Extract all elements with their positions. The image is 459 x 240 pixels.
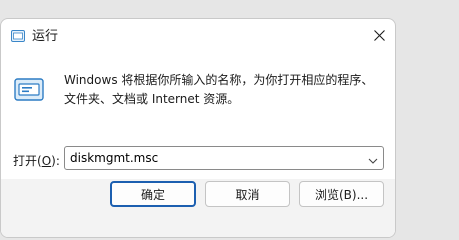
ok-button[interactable]: 确定 bbox=[110, 181, 196, 207]
run-app-icon bbox=[11, 27, 25, 42]
chevron-down-icon[interactable] bbox=[367, 152, 379, 164]
description: Windows 将根据你所输入的名称，为你打开相应的程序、 文件夹、文档或 In… bbox=[64, 71, 384, 109]
run-dialog-icon bbox=[14, 77, 46, 103]
description-line-2: 文件夹、文档或 Internet 资源。 bbox=[64, 92, 240, 106]
cancel-button[interactable]: 取消 bbox=[205, 181, 290, 207]
window-title: 运行 bbox=[32, 29, 59, 44]
close-icon bbox=[373, 26, 385, 45]
close-button[interactable] bbox=[363, 19, 395, 51]
open-label-prefix: 打开( bbox=[13, 154, 42, 168]
open-combobox[interactable]: diskmgmt.msc bbox=[64, 146, 384, 170]
title-bar[interactable]: 运行 bbox=[1, 19, 395, 51]
open-label: 打开(O): bbox=[13, 152, 60, 169]
browse-button[interactable]: 浏览(B)... bbox=[299, 181, 384, 207]
open-label-suffix: ): bbox=[51, 154, 60, 168]
open-label-accelerator: O bbox=[41, 154, 52, 168]
description-line-1: Windows 将根据你所输入的名称，为你打开相应的程序、 bbox=[64, 73, 374, 87]
open-input[interactable]: diskmgmt.msc bbox=[70, 151, 158, 165]
